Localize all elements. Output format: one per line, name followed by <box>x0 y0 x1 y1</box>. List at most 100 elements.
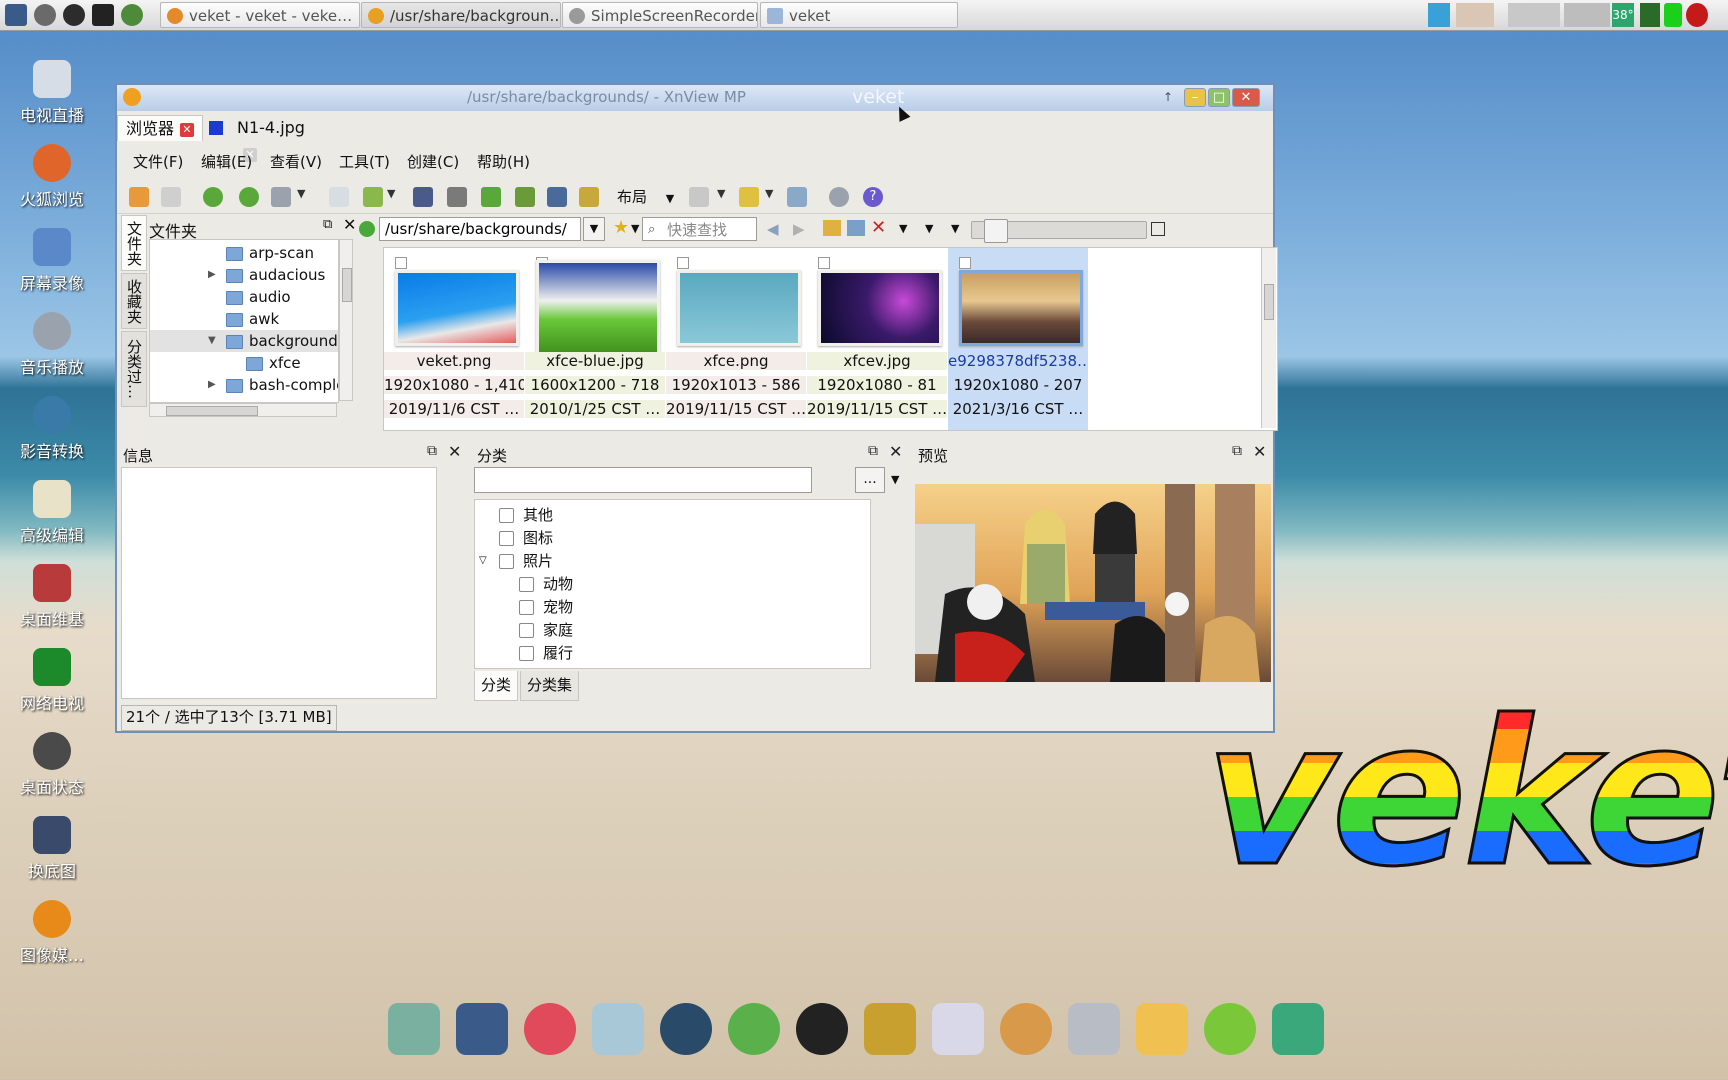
menu-edit[interactable]: 编辑(E) <box>201 151 252 172</box>
close-icon[interactable]: ✕ <box>448 442 461 461</box>
chevron-down-icon[interactable]: ▼ <box>631 222 639 235</box>
convert-icon[interactable] <box>481 187 501 207</box>
task-veket-folder[interactable]: veket <box>760 2 958 28</box>
rotate-left-icon[interactable] <box>203 187 223 207</box>
category-more-button[interactable]: ... <box>855 467 885 493</box>
category-checkbox[interactable] <box>519 600 534 615</box>
thumbnail-xfce-blue-jpg[interactable]: xfce-blue.jpg 1600x1200 - 718 2010/1/25 … <box>525 248 665 430</box>
presentation-icon[interactable] <box>932 1003 984 1055</box>
rename-icon[interactable] <box>847 220 865 236</box>
desktop-icon-screen-recorder[interactable]: 屏幕录像 <box>0 222 104 302</box>
desktop-icon-wiki[interactable]: 桌面维基 <box>0 558 104 638</box>
desktop-icon-net-tv[interactable]: 网络电视 <box>0 642 104 722</box>
copy-icon[interactable] <box>329 187 349 207</box>
chevron-down-icon[interactable]: ▼ <box>208 330 216 352</box>
desktop-icon-media-convert[interactable]: 影音转换 <box>0 390 104 470</box>
chevron-down-icon[interactable]: ▼ <box>765 187 773 200</box>
task-veket-browser[interactable]: veket - veket - veke… <box>160 2 360 28</box>
vtab-folders[interactable]: 文件夹 <box>121 215 147 271</box>
category-item-other[interactable]: 其他 <box>499 504 553 526</box>
tab-categories[interactable]: 分类 <box>474 671 519 701</box>
task-xnview[interactable]: /usr/share/backgroun… <box>361 2 561 28</box>
close-icon[interactable]: ✕ <box>1253 442 1266 461</box>
hedgehog-icon[interactable] <box>524 1003 576 1055</box>
close-button[interactable]: ✕ <box>1232 88 1260 107</box>
vtab-category-filter[interactable]: 分类过… <box>121 331 147 407</box>
menu-tools[interactable]: 工具(T) <box>339 151 390 172</box>
app-tray-icon[interactable] <box>1456 3 1494 27</box>
thumbnail-checkbox[interactable] <box>818 257 830 269</box>
paint-palette-icon[interactable] <box>1000 1003 1052 1055</box>
tree-node-arp-scan[interactable]: arp-scan <box>150 242 338 264</box>
open-image-icon[interactable] <box>129 187 149 207</box>
task-screenrecorder[interactable]: SimpleScreenRecorder <box>562 2 758 28</box>
tree-node-xfce[interactable]: xfce <box>150 352 338 374</box>
slideshow-icon[interactable] <box>579 187 599 207</box>
globe-icon[interactable] <box>121 4 143 26</box>
new-folder-icon[interactable] <box>823 220 841 236</box>
category-checkbox[interactable] <box>499 508 514 523</box>
category-checkbox[interactable] <box>499 531 514 546</box>
help-question-icon[interactable] <box>1204 1003 1256 1055</box>
capture-icon[interactable] <box>547 187 567 207</box>
chevron-down-icon[interactable]: ▼ <box>951 222 959 235</box>
help-icon[interactable]: ? <box>863 187 883 207</box>
fullscreen-icon[interactable] <box>161 187 181 207</box>
network-tray-icon[interactable] <box>1428 3 1450 27</box>
play-icon[interactable] <box>63 4 85 26</box>
view-mode-icon[interactable] <box>689 187 709 207</box>
window-titlebar[interactable]: /usr/share/backgrounds/ - XnView MP veke… <box>117 85 1273 111</box>
chevron-down-icon[interactable]: ▼ <box>899 222 907 235</box>
category-checkbox[interactable] <box>519 623 534 638</box>
tab-image-n1-4[interactable]: N1-4.jpg✕ <box>201 115 331 162</box>
print-icon[interactable] <box>447 187 467 207</box>
desktop-icon-music[interactable]: 音乐播放 <box>0 306 104 386</box>
category-checkbox[interactable] <box>519 577 534 592</box>
view-toggle-icon[interactable] <box>1151 222 1165 236</box>
thumbnail-vertical-scrollbar[interactable] <box>1261 248 1276 428</box>
tree-node-audacious[interactable]: ▶ audacious <box>150 264 338 286</box>
back-icon[interactable]: ◀ <box>767 220 779 238</box>
chevron-down-icon[interactable]: ▼ <box>891 473 899 486</box>
qq-penguin-icon[interactable] <box>796 1003 848 1055</box>
binoculars-icon[interactable] <box>413 187 433 207</box>
close-icon[interactable]: ✕ <box>343 215 356 234</box>
sticky-icon[interactable]: ↑ <box>1163 90 1173 104</box>
slider-handle[interactable] <box>984 219 1008 243</box>
system-menu-icon[interactable] <box>5 4 27 26</box>
tree-node-bash-completion[interactable]: ▶bash-completi <box>150 374 338 396</box>
rotate-right-icon[interactable] <box>239 187 259 207</box>
battery-icon[interactable] <box>1664 3 1682 27</box>
desktop-icon-status[interactable]: 桌面状态 <box>0 726 104 806</box>
desktop-icon-firefox[interactable]: 火狐浏览 <box>0 138 104 218</box>
batch-icon[interactable] <box>515 187 535 207</box>
float-icon[interactable]: ⧉ <box>323 217 332 232</box>
desktop-icon-editor[interactable]: 高级编辑 <box>0 474 104 554</box>
float-icon[interactable]: ⧉ <box>1232 443 1242 459</box>
path-input[interactable] <box>379 217 581 241</box>
star-icon[interactable]: ★ <box>613 217 629 238</box>
menu-help[interactable]: 帮助(H) <box>477 151 530 172</box>
vtab-favorites[interactable]: 收藏夹 <box>121 273 147 329</box>
editor-icon[interactable] <box>592 1003 644 1055</box>
menu-file[interactable]: 文件(F) <box>133 151 183 172</box>
chevron-right-icon[interactable]: ▶ <box>208 264 216 286</box>
tree-node-audio[interactable]: audio <box>150 286 338 308</box>
category-checkbox[interactable] <box>519 646 534 661</box>
monitor-icon[interactable] <box>456 1003 508 1055</box>
usb-drive-icon[interactable] <box>1068 1003 1120 1055</box>
menu-view[interactable]: 查看(V) <box>270 151 322 172</box>
desktop-icon-tv[interactable]: 电视直播 <box>0 54 104 134</box>
category-item-animals[interactable]: 动物 <box>519 573 573 595</box>
thumbnail-checkbox[interactable] <box>677 257 689 269</box>
quick-search-input[interactable]: ⌕ 快速查找 <box>642 217 757 241</box>
tree-icon[interactable] <box>787 187 807 207</box>
desktop-icon-wallpaper[interactable]: 换底图 <box>0 810 104 890</box>
delete-icon[interactable]: ✕ <box>871 217 886 238</box>
forward-icon[interactable]: ▶ <box>793 220 805 238</box>
signal-icon[interactable] <box>1640 3 1660 27</box>
maximize-button[interactable]: □ <box>1208 88 1230 107</box>
bookmark-icon[interactable] <box>739 187 759 207</box>
chat-icon[interactable] <box>728 1003 780 1055</box>
terminal-icon[interactable] <box>92 4 114 26</box>
